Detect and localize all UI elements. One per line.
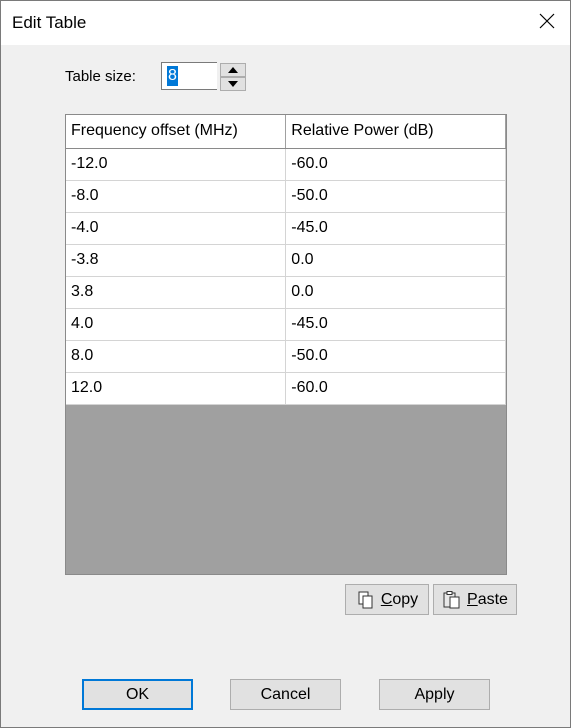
relative-power-cell[interactable]: -50.0 [285,180,506,213]
table-row: -4.0 -45.0 [66,212,506,245]
relative-power-cell[interactable]: 0.0 [285,276,506,309]
table-row: -8.0 -50.0 [66,180,506,213]
frequency-offset-cell[interactable]: -3.8 [66,244,287,277]
table-size-input[interactable]: 8 [167,66,178,86]
table-header-row: Frequency offset (MHz) Relative Power (d… [66,115,506,149]
spin-up-button[interactable] [220,63,246,77]
spin-down-button[interactable] [220,77,246,91]
table-row: 12.0 -60.0 [66,372,506,405]
frequency-offset-cell[interactable]: -12.0 [66,148,287,181]
data-grid[interactable]: Frequency offset (MHz) Relative Power (d… [65,114,507,575]
close-button[interactable] [524,1,570,45]
relative-power-cell[interactable]: -60.0 [285,372,506,405]
ok-button[interactable]: OK [82,679,193,710]
frequency-offset-cell[interactable]: 4.0 [66,308,287,341]
table-row: 3.8 0.0 [66,276,506,309]
edit-table-dialog: Edit Table Table size: 8 Frequency offse… [0,0,571,728]
table-size-label: Table size: [65,68,136,85]
copy-button-label: Copy [380,590,419,608]
table-row: 8.0 -50.0 [66,340,506,373]
table-row: -3.8 0.0 [66,244,506,277]
copy-icon [356,590,376,610]
chevron-up-icon [228,67,238,73]
column-header-relative-power[interactable]: Relative Power (dB) [285,115,506,149]
paste-button[interactable]: Paste [433,584,517,615]
apply-button[interactable]: Apply [379,679,490,710]
copy-button[interactable]: Copy [345,584,429,615]
paste-icon [442,590,462,610]
relative-power-cell[interactable]: -45.0 [285,212,506,245]
paste-button-label: Paste [467,590,508,608]
relative-power-cell[interactable]: -50.0 [285,340,506,373]
column-header-frequency-offset[interactable]: Frequency offset (MHz) [66,115,287,149]
relative-power-cell[interactable]: 0.0 [285,244,506,277]
frequency-power-table: Frequency offset (MHz) Relative Power (d… [66,115,506,405]
title-bar: Edit Table [1,1,570,45]
table-size-spinner[interactable] [220,62,246,91]
table-row: 4.0 -45.0 [66,308,506,341]
frequency-offset-cell[interactable]: 12.0 [66,372,287,405]
window-title: Edit Table [12,13,87,32]
frequency-offset-cell[interactable]: -8.0 [66,180,287,213]
table-row: -12.0 -60.0 [66,148,506,181]
relative-power-cell[interactable]: -60.0 [285,148,506,181]
table-size-field[interactable]: 8 [161,62,217,90]
relative-power-cell[interactable]: -45.0 [285,308,506,341]
frequency-offset-cell[interactable]: 8.0 [66,340,287,373]
close-icon [539,13,555,34]
chevron-down-icon [228,81,238,87]
frequency-offset-cell[interactable]: 3.8 [66,276,287,309]
frequency-offset-cell[interactable]: -4.0 [66,212,287,245]
cancel-button[interactable]: Cancel [230,679,341,710]
